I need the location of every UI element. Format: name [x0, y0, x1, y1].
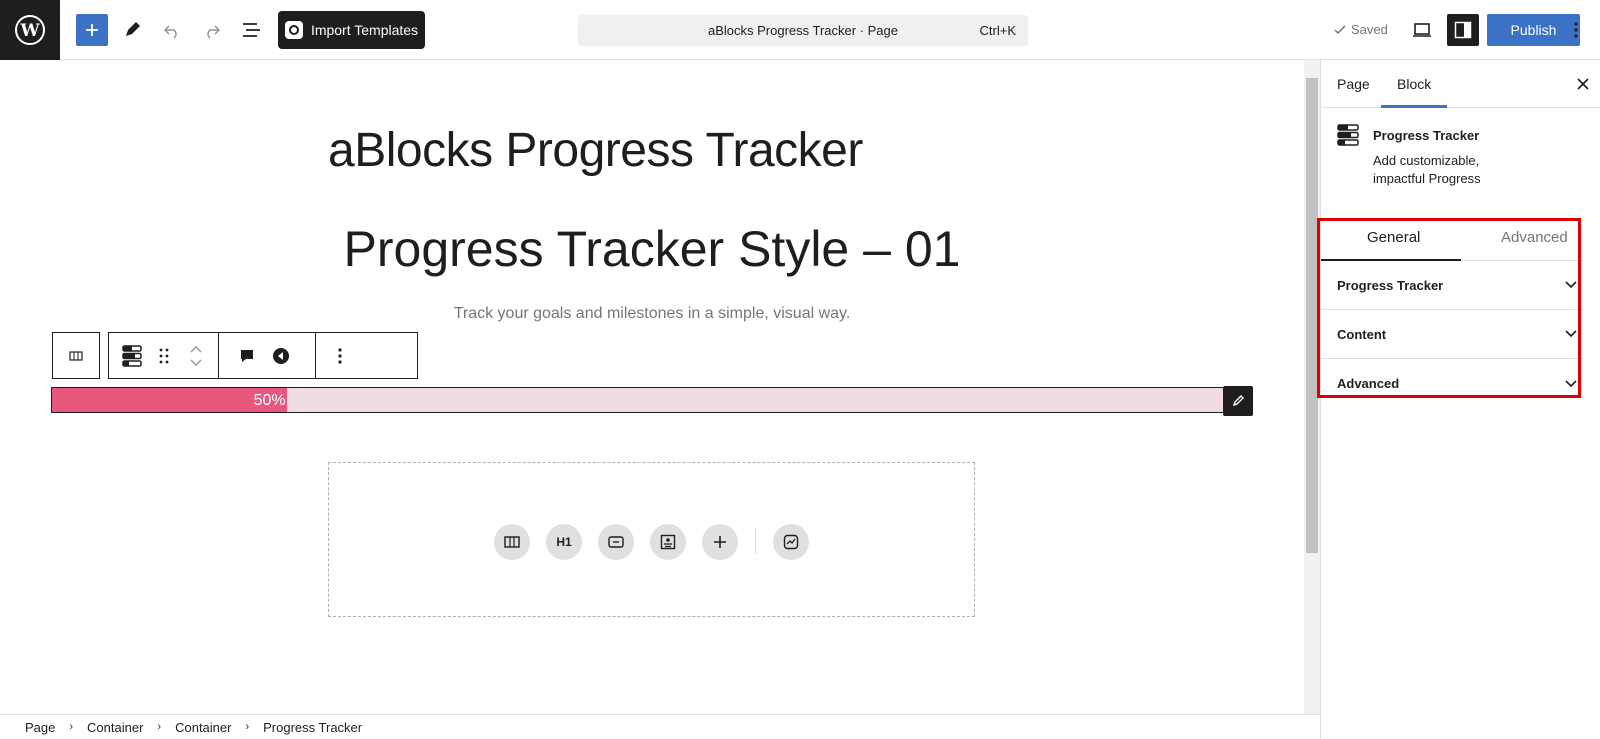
progress-tracker-bar[interactable]: 50% [51, 387, 1226, 413]
progress-fill: 50% [52, 388, 287, 412]
command-palette-bar[interactable]: aBlocks Progress Tracker · Page Ctrl+K [578, 15, 1028, 46]
block-toolbar-group-extras [219, 333, 316, 378]
edit-tools-pencil-icon[interactable] [116, 14, 148, 46]
chevron-down-icon [1565, 281, 1577, 289]
ablocks-logo-icon [284, 21, 303, 39]
block-toolbar-group-main [109, 333, 219, 378]
sidebar-tabs: Page Block [1321, 60, 1600, 108]
editor-header: W Import Templates aBlocks Progress Trac… [0, 0, 1600, 60]
inserter-separator [755, 528, 756, 554]
panel-content[interactable]: Content [1321, 310, 1583, 359]
saved-status: Saved [1333, 22, 1388, 37]
insert-button-icon[interactable] [598, 524, 634, 560]
panel-progress-tracker[interactable]: Progress Tracker [1321, 261, 1583, 310]
chevron-right-icon: › [157, 721, 162, 733]
insert-heading-icon[interactable]: H1 [546, 524, 582, 560]
tab-block[interactable]: Block [1397, 76, 1431, 92]
import-templates-button[interactable]: Import Templates [278, 11, 425, 49]
block-options-icon[interactable] [316, 333, 364, 378]
chevron-right-icon: › [245, 721, 250, 733]
block-inspector: General Advanced Progress Tracker Conten… [1321, 217, 1583, 394]
settings-sidebar-toggle-icon[interactable] [1447, 14, 1479, 46]
redo-icon[interactable] [196, 14, 228, 46]
tab-page[interactable]: Page [1337, 76, 1370, 92]
progress-tracker-subtitle[interactable]: Track your goals and milestones in a sim… [0, 305, 1304, 323]
container-block-icon [69, 350, 83, 361]
ablocks-arrow-icon[interactable] [271, 341, 291, 371]
active-tab-indicator [1381, 105, 1447, 108]
block-toolbar [108, 332, 418, 379]
import-templates-label: Import Templates [310, 22, 419, 38]
block-card-title: Progress Tracker [1373, 128, 1480, 143]
panel-title: Progress Tracker [1337, 277, 1444, 293]
panel-advanced[interactable]: Advanced [1321, 359, 1583, 408]
block-card-description: Add customizable, impactful Progress [1373, 153, 1481, 186]
progress-tracker-block-icon[interactable] [117, 341, 147, 371]
preview-device-icon[interactable] [1406, 14, 1438, 46]
link-edit-icon[interactable] [1223, 386, 1253, 416]
insert-infobox-icon[interactable] [650, 524, 686, 560]
chevron-down-icon [1565, 330, 1577, 338]
progress-percent-label: 50% [253, 392, 286, 409]
inspector-tabs: General Advanced [1321, 217, 1583, 261]
options-kebab-icon[interactable] [1566, 14, 1586, 46]
block-inserter-button[interactable] [76, 14, 108, 46]
tab-general[interactable]: General [1367, 229, 1420, 246]
breadcrumb-item-current[interactable]: Progress Tracker [263, 720, 362, 735]
checkmark-icon [1334, 24, 1346, 34]
move-up-down-icon[interactable] [181, 341, 211, 371]
breadcrumb-item[interactable]: Container [175, 720, 231, 735]
panel-title: Content [1337, 326, 1387, 342]
chevron-down-icon [1565, 379, 1577, 387]
drag-handle-icon[interactable] [149, 341, 179, 371]
wordpress-logo-icon[interactable]: W [0, 0, 60, 60]
panel-title: Advanced [1337, 376, 1400, 391]
progress-tracker-heading[interactable]: Progress Tracker Style – 01 [0, 220, 1304, 278]
command-shortcut: Ctrl+K [979, 23, 1016, 38]
svg-text:W: W [19, 21, 40, 41]
undo-icon[interactable] [156, 14, 188, 46]
document-title-bar: aBlocks Progress Tracker · Page [707, 23, 899, 38]
chevron-right-icon: › [69, 721, 74, 733]
insert-chart-icon[interactable] [773, 524, 809, 560]
add-block-plus-icon[interactable] [702, 524, 738, 560]
saved-label: Saved [1351, 22, 1388, 37]
breadcrumb-item[interactable]: Container [87, 720, 143, 735]
heading-text: Progress Tracker Style – 01 [343, 221, 961, 277]
insert-heading-label: H1 [556, 535, 572, 549]
breadcrumb-item[interactable]: Page [25, 720, 55, 735]
tab-advanced[interactable]: Advanced [1501, 229, 1568, 246]
canvas-scrollbar-thumb[interactable] [1306, 78, 1318, 553]
insert-container-icon[interactable] [494, 524, 530, 560]
comment-icon[interactable] [237, 341, 257, 371]
block-breadcrumb: Page › Container › Container › Progress … [0, 714, 1320, 739]
page-title[interactable]: aBlocks Progress Tracker [328, 123, 863, 178]
parent-block-selector[interactable] [52, 332, 100, 379]
document-overview-icon[interactable] [236, 14, 268, 46]
close-icon[interactable] [1573, 74, 1593, 94]
progress-tracker-icon [1337, 124, 1361, 148]
settings-sidebar: Page Block Progress Tracker Add customiz… [1320, 60, 1600, 739]
